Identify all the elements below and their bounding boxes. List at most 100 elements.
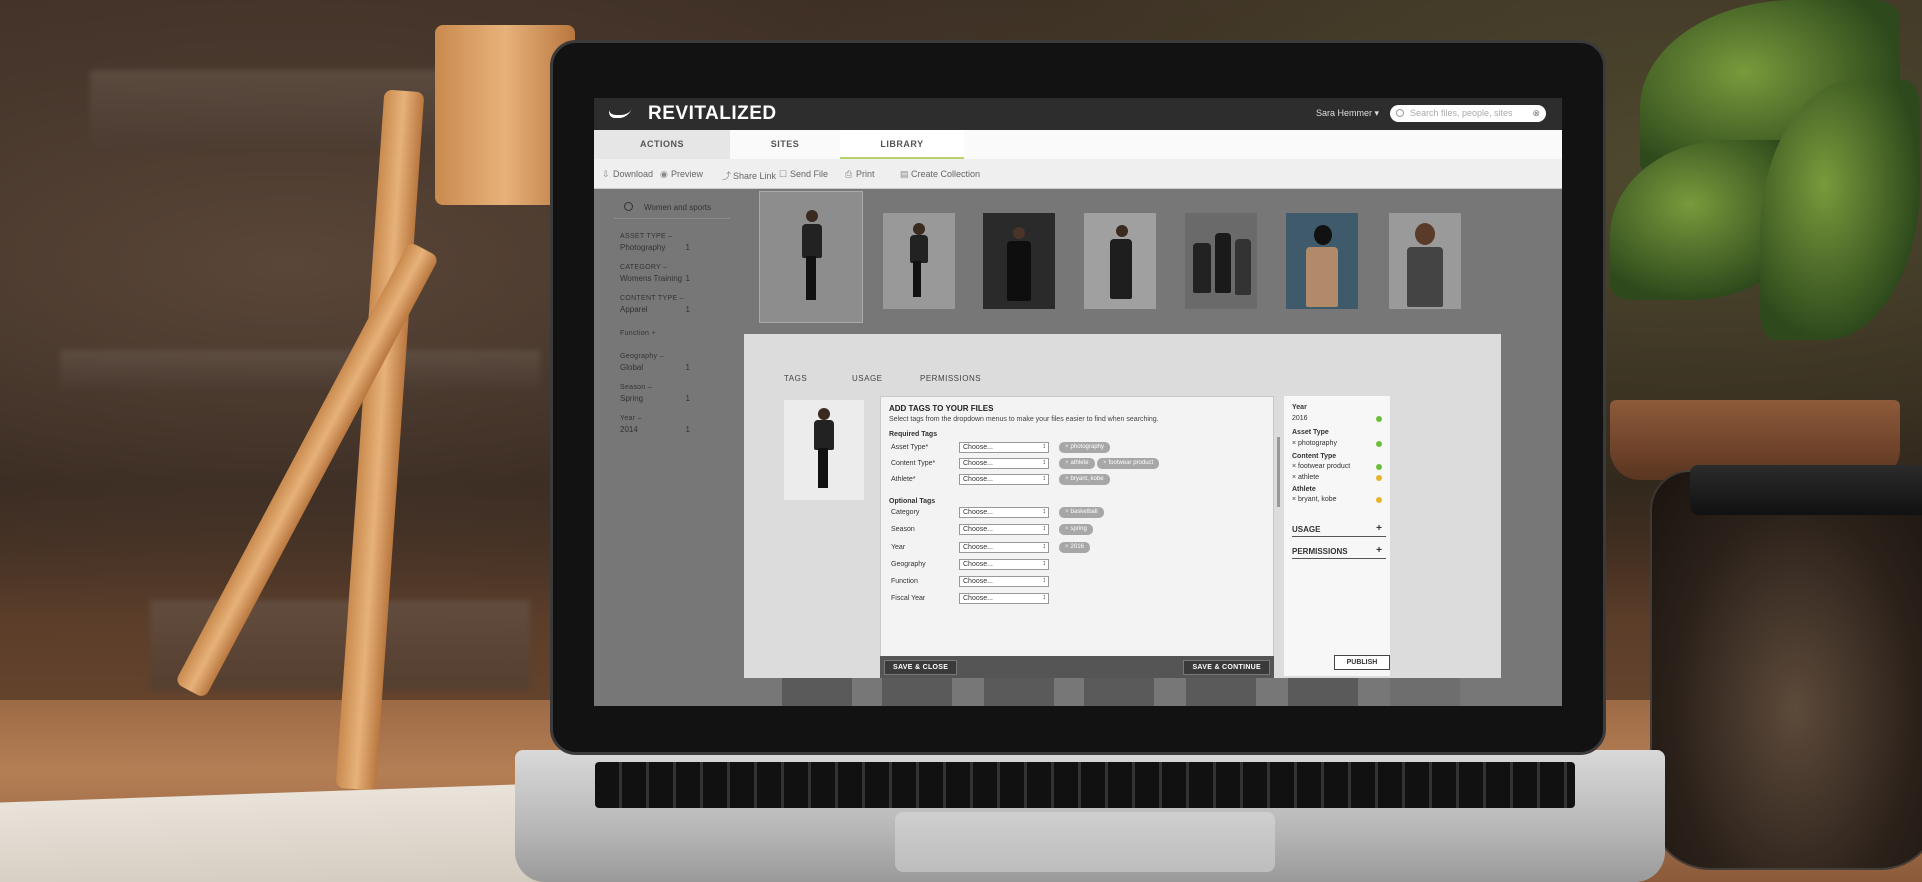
summary-athlete-value[interactable]: × bryant, kobe xyxy=(1292,496,1337,503)
asset-type-select[interactable]: Choose... ↕ xyxy=(959,442,1049,453)
athlete-figure xyxy=(913,261,921,297)
remove-tag-icon[interactable]: × xyxy=(1103,460,1107,466)
create-collection-button[interactable]: ▤ Create Collection xyxy=(900,169,980,180)
facet-season[interactable]: Season – Spring 1 xyxy=(614,384,730,403)
remove-tag-icon[interactable]: × xyxy=(1065,476,1069,482)
tag-chip[interactable]: × spring xyxy=(1059,524,1093,535)
athlete-figure xyxy=(1314,225,1332,245)
athlete-figure xyxy=(1415,223,1435,245)
facet-year[interactable]: Year – 2014 1 xyxy=(614,415,730,434)
asset-thumbnail[interactable] xyxy=(1389,213,1461,309)
asset-thumbnail[interactable] xyxy=(1288,677,1358,706)
remove-tag-icon[interactable]: × xyxy=(1065,444,1069,450)
athlete-select[interactable]: Choose... ↕ xyxy=(959,474,1049,485)
tag-summary-panel: Year 2016 Asset Type × photography Conte… xyxy=(1284,396,1390,676)
laptop-trackpad xyxy=(895,812,1275,872)
field-label: Fiscal Year xyxy=(891,595,926,602)
form-scrollbar[interactable] xyxy=(1277,437,1280,507)
athlete-figure xyxy=(802,224,822,258)
year-select[interactable]: Choose... ↕ xyxy=(959,542,1049,553)
asset-thumbnail[interactable] xyxy=(984,677,1054,706)
remove-tag-icon[interactable]: × xyxy=(1065,460,1069,466)
save-continue-button[interactable]: SAVE & CONTINUE xyxy=(1183,660,1270,675)
tag-chip[interactable]: × athlete xyxy=(1059,458,1095,469)
summary-year-title: Year xyxy=(1292,404,1307,411)
remove-tag-icon[interactable]: × xyxy=(1065,544,1069,550)
summary-content-value[interactable]: × athlete xyxy=(1292,474,1319,481)
select-arrow-icon: ↕ xyxy=(1042,543,1047,550)
tag-chip[interactable]: × bryant, kobe xyxy=(1059,474,1110,485)
fiscal-year-select[interactable]: Choose... ↕ xyxy=(959,593,1049,604)
tag-chip[interactable]: × photography xyxy=(1059,442,1110,453)
asset-thumbnail[interactable] xyxy=(983,213,1055,309)
field-label: Year xyxy=(891,544,906,551)
print-button[interactable]: ⎙ Print xyxy=(845,169,875,180)
modal-tab-tags[interactable]: TAGS xyxy=(784,374,807,383)
category-select[interactable]: Choose... ↕ xyxy=(959,507,1049,518)
facet-function[interactable]: Function + xyxy=(614,330,730,337)
permissions-section-toggle[interactable]: PERMISSIONS + xyxy=(1292,545,1386,559)
facet-geography[interactable]: Geography – Global 1 xyxy=(614,353,730,372)
asset-thumbnail[interactable] xyxy=(782,677,852,706)
download-icon: ⇩ xyxy=(602,169,610,179)
tag-chip[interactable]: × 2016 xyxy=(1059,542,1090,553)
asset-thumbnail[interactable] xyxy=(1186,677,1256,706)
select-arrow-icon: ↕ xyxy=(1042,443,1047,450)
status-pending-icon xyxy=(1376,497,1382,503)
selected-asset-preview xyxy=(784,400,864,500)
preview-button[interactable]: ◉ Preview xyxy=(660,169,703,180)
asset-thumbnail[interactable] xyxy=(1185,213,1257,309)
geography-select[interactable]: Choose... ↕ xyxy=(959,559,1049,570)
form-footer: SAVE & CLOSE SAVE & CONTINUE xyxy=(880,656,1274,678)
clear-search-icon[interactable]: ⊗ xyxy=(1532,108,1540,119)
field-label: Function xyxy=(891,578,918,585)
athlete-figure xyxy=(814,420,834,450)
facet-asset-type[interactable]: ASSET TYPE – Photography 1 xyxy=(614,233,730,252)
asset-thumbnail[interactable] xyxy=(1286,213,1358,309)
function-select[interactable]: Choose... ↕ xyxy=(959,576,1049,587)
send-file-button[interactable]: ☐ Send File xyxy=(779,169,828,180)
download-button[interactable]: ⇩ Download xyxy=(602,169,653,180)
modal-tab-usage[interactable]: USAGE xyxy=(852,374,883,383)
tag-chip[interactable]: × basketball xyxy=(1059,507,1104,518)
usage-section-toggle[interactable]: USAGE + xyxy=(1292,523,1386,537)
summary-content-value[interactable]: × footwear product xyxy=(1292,463,1350,470)
library-search-input[interactable]: Women and sports xyxy=(614,197,730,219)
asset-thumbnail[interactable] xyxy=(882,677,952,706)
field-label: Geography xyxy=(891,561,926,568)
jar-lid xyxy=(1690,465,1922,515)
tab-library[interactable]: LIBRARY xyxy=(840,130,964,159)
remove-tag-icon[interactable]: × xyxy=(1065,526,1069,532)
tag-chip[interactable]: × footwear product xyxy=(1097,458,1160,469)
tab-actions[interactable]: ACTIONS xyxy=(594,130,730,159)
season-select[interactable]: Choose... ↕ xyxy=(959,524,1049,535)
laptop-keyboard xyxy=(595,762,1575,808)
content-type-select[interactable]: Choose... ↕ xyxy=(959,458,1049,469)
action-toolbar: ⇩ Download ◉ Preview ⤴ Share Link ☐ Send Fil… xyxy=(594,159,1562,189)
asset-thumbnail[interactable] xyxy=(1084,213,1156,309)
printer-icon: ⎙ xyxy=(845,169,853,179)
share-link-button[interactable]: ⤴ Share Link xyxy=(722,169,776,182)
asset-thumbnail[interactable] xyxy=(883,213,955,309)
remove-tag-icon[interactable]: × xyxy=(1065,509,1069,515)
asset-thumbnail[interactable] xyxy=(759,191,863,323)
summary-asset-value[interactable]: × photography xyxy=(1292,440,1337,447)
global-search-input[interactable]: Search files, people, sites ⊗ xyxy=(1390,105,1546,122)
share-icon: ⤴ xyxy=(722,171,732,181)
athlete-figure xyxy=(1007,241,1031,301)
save-close-button[interactable]: SAVE & CLOSE xyxy=(884,660,958,675)
status-complete-icon xyxy=(1376,464,1382,470)
tab-sites[interactable]: SITES xyxy=(730,130,840,159)
user-menu[interactable]: Sara Hemmer ▾ xyxy=(1316,108,1379,119)
search-icon xyxy=(1396,109,1404,117)
asset-thumbnail[interactable] xyxy=(1390,677,1460,706)
field-label: Asset Type* xyxy=(891,444,929,451)
facet-content-type[interactable]: CONTENT TYPE – Apparel 1 xyxy=(614,295,730,314)
summary-year-value: 2016 xyxy=(1292,415,1308,422)
nav-tabs: ACTIONS SITES LIBRARY xyxy=(594,130,1562,159)
athlete-figure xyxy=(1013,227,1025,239)
publish-button[interactable]: PUBLISH xyxy=(1334,655,1390,670)
asset-thumbnail[interactable] xyxy=(1084,677,1154,706)
modal-tab-permissions[interactable]: PERMISSIONS xyxy=(920,374,981,383)
facet-category[interactable]: CATEGORY – Womens Training 1 xyxy=(614,264,730,283)
